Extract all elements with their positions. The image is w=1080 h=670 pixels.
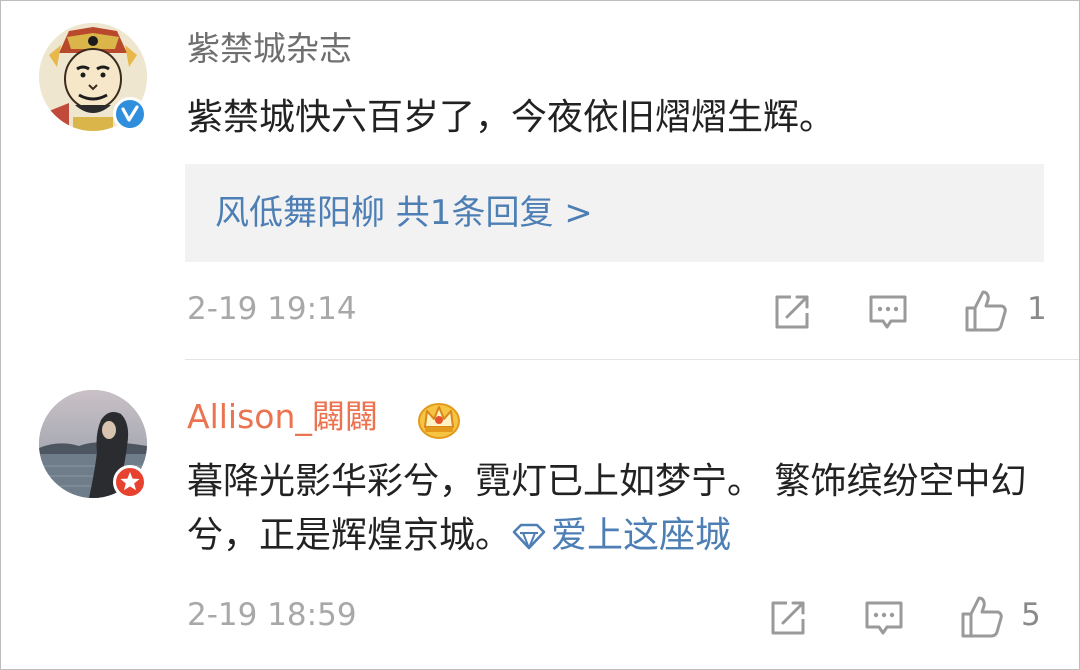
topic-link[interactable]: 爱上这座城 bbox=[511, 515, 731, 556]
comment-time: 2-19 19:14 bbox=[187, 291, 357, 327]
comment-text: 暮降光影华彩兮，霓灯已上如梦宁。 繁饰缤纷空中幻兮，正是辉煌京城。 爱上这座城 bbox=[187, 455, 1037, 563]
share-button[interactable] bbox=[771, 291, 813, 333]
weibo-star-icon bbox=[120, 472, 140, 491]
comment-item: Allison_闢闢 暮降光影华彩兮，霓灯已上如梦宁。 繁饰缤纷空中幻兮，正是辉… bbox=[1, 361, 1079, 669]
like-button[interactable] bbox=[963, 288, 1007, 332]
divider bbox=[185, 359, 1079, 360]
comment-item: 紫禁城杂志 紫禁城快六百岁了，今夜依旧熠熠生辉。 风低舞阳柳 共1条回复 > 2… bbox=[1, 1, 1079, 360]
comment-text: 紫禁城快六百岁了，今夜依旧熠熠生辉。 bbox=[187, 97, 836, 138]
like-count: 5 bbox=[1021, 597, 1041, 633]
username[interactable]: Allison_闢闢 bbox=[187, 397, 378, 437]
verified-badge bbox=[113, 97, 147, 131]
thumbs-up-icon bbox=[961, 596, 1003, 638]
diamond-link-icon bbox=[512, 523, 546, 550]
topic-link-text[interactable]: 爱上这座城 bbox=[551, 515, 731, 556]
reply-summary-link[interactable]: 风低舞阳柳 共1条回复 > bbox=[215, 192, 593, 234]
thumbs-up-icon bbox=[965, 290, 1007, 332]
comment-list: 紫禁城杂志 紫禁城快六百岁了，今夜依旧熠熠生辉。 风低舞阳柳 共1条回复 > 2… bbox=[0, 0, 1080, 670]
comment-icon bbox=[865, 601, 903, 635]
verified-v-icon bbox=[121, 105, 139, 122]
reply-summary-box[interactable]: 风低舞阳柳 共1条回复 > bbox=[185, 164, 1044, 262]
like-button[interactable] bbox=[959, 594, 1003, 638]
share-button[interactable] bbox=[767, 597, 809, 639]
username[interactable]: 紫禁城杂志 bbox=[187, 29, 352, 69]
crown-icon bbox=[418, 403, 460, 439]
like-count: 1 bbox=[1027, 291, 1047, 327]
share-icon bbox=[771, 601, 805, 635]
comment-time: 2-19 18:59 bbox=[187, 597, 357, 633]
comment-icon bbox=[869, 295, 907, 329]
reply-button[interactable] bbox=[863, 597, 905, 639]
member-badge bbox=[417, 399, 461, 439]
weibo-badge bbox=[113, 465, 147, 499]
share-icon bbox=[775, 295, 809, 329]
reply-button[interactable] bbox=[867, 291, 909, 333]
